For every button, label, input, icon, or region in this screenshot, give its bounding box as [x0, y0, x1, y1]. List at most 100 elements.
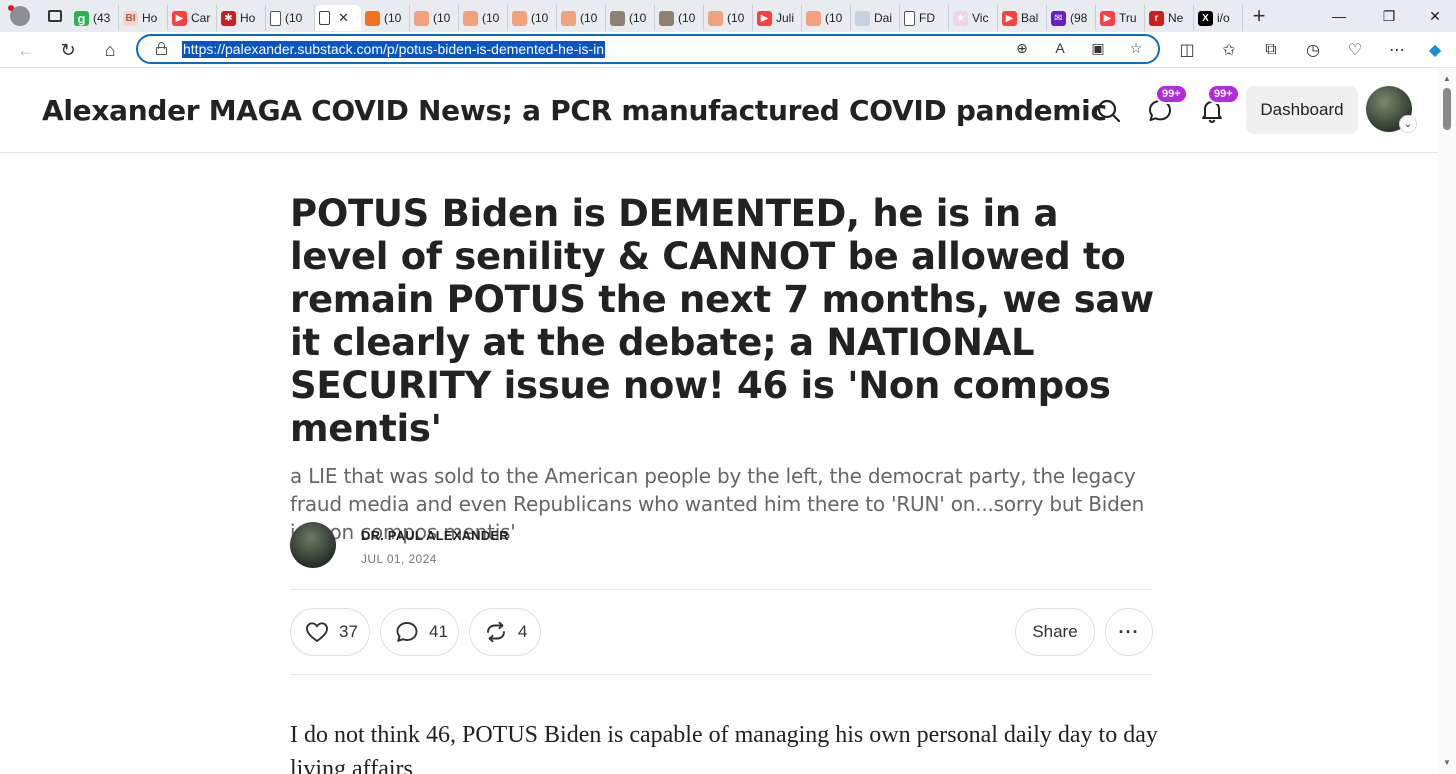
browser-tab[interactable]: g (43: [70, 5, 119, 31]
browser-tab[interactable]: (10: [606, 5, 655, 31]
back-button[interactable]: ←: [12, 36, 40, 64]
tab-favicon-icon: [904, 10, 915, 26]
chevron-down-icon[interactable]: ⌄: [1399, 115, 1417, 133]
tab-favicon-icon: [414, 10, 429, 26]
browser-essentials-icon[interactable]: ♡: [1342, 38, 1368, 62]
comment-count: 41: [429, 622, 448, 641]
home-button[interactable]: ⌂: [96, 36, 124, 64]
tab-favicon-icon: [610, 10, 625, 26]
like-count: 37: [339, 622, 358, 641]
like-button[interactable]: 37: [290, 608, 370, 656]
tab-title: Dai: [874, 11, 893, 25]
browser-tab[interactable]: ▶ Tru: [1096, 5, 1145, 31]
tab-actions-button[interactable]: [40, 0, 70, 32]
url-text[interactable]: https://palexander.substack.com/p/potus-…: [182, 41, 605, 58]
page-scrollbar[interactable]: ▲ ▼: [1438, 68, 1456, 774]
close-window-button[interactable]: ✕: [1412, 0, 1456, 32]
browser-tab[interactable]: ★ Vic: [949, 5, 998, 31]
address-bar[interactable]: https://palexander.substack.com/p/potus-…: [136, 34, 1160, 64]
split-screen-icon[interactable]: ◫: [1174, 38, 1200, 62]
restack-icon: [487, 621, 505, 643]
tab-favicon-icon: ▶: [1002, 10, 1017, 26]
tab-title: (10: [727, 11, 745, 25]
tab-favicon-icon: [659, 10, 674, 26]
close-tab-icon[interactable]: ✕: [338, 10, 349, 26]
lock-icon[interactable]: [156, 42, 167, 55]
zoom-icon[interactable]: ⊕: [1012, 40, 1032, 57]
browser-tab[interactable]: (10: [361, 5, 410, 31]
restack-count: 4: [518, 622, 528, 641]
tab-favicon-icon: [561, 10, 576, 26]
browser-tab[interactable]: ▶ Car: [168, 5, 217, 31]
browser-tab[interactable]: FD: [900, 5, 949, 31]
dashboard-button[interactable]: Dashboard: [1246, 86, 1358, 134]
tab-favicon-icon: [319, 11, 330, 25]
tab-title: Ho: [142, 11, 158, 25]
new-tab-button[interactable]: +: [1243, 0, 1275, 32]
browser-tab[interactable]: ▶ Bal: [998, 5, 1047, 31]
tab-title: (10: [482, 11, 500, 25]
post-title: POTUS Biden is DEMENTED, he is in a leve…: [290, 192, 1154, 450]
read-aloud-icon[interactable]: A: [1050, 40, 1070, 56]
notification-count-badge: 99+: [1207, 84, 1240, 104]
tab-favicon-icon: ▶: [1100, 10, 1115, 26]
browser-tab[interactable]: ▶ Juli: [753, 5, 802, 31]
browser-tab[interactable]: (10: [704, 5, 753, 31]
minimize-button[interactable]: —: [1316, 0, 1362, 32]
tab-favicon-icon: ▶: [172, 10, 187, 26]
search-icon[interactable]: [1096, 98, 1122, 124]
comment-button[interactable]: 41: [380, 608, 459, 656]
divider: [290, 589, 1152, 590]
browser-tab[interactable]: (10: [266, 5, 315, 31]
tab-title: Vic: [972, 11, 989, 25]
browser-tab[interactable]: Xi/o: [1194, 5, 1243, 31]
tab-favicon-icon: X: [1198, 10, 1213, 26]
more-horizontal-icon: ···: [1118, 621, 1140, 642]
restack-button[interactable]: 4: [469, 608, 541, 656]
tab-title: Juli: [776, 11, 795, 25]
tab-title: Tru: [1119, 11, 1137, 25]
copilot-icon[interactable]: ◆: [1422, 38, 1448, 62]
tab-title: (10: [531, 11, 549, 25]
share-label: Share: [1032, 622, 1078, 641]
browser-tab[interactable]: ✱ Ho: [217, 5, 266, 31]
tab-title: FD: [919, 11, 935, 25]
browser-tab[interactable]: (10: [410, 5, 459, 31]
scroll-down-arrow-icon[interactable]: ▼: [1443, 758, 1451, 767]
post-header: POTUS Biden is DEMENTED, he is in a leve…: [290, 192, 1160, 546]
browser-tab[interactable]: Dai: [851, 5, 900, 31]
heart-icon: [306, 622, 328, 642]
tab-favicon-icon: [708, 10, 723, 26]
profile-avatar[interactable]: [0, 0, 40, 32]
browser-tab[interactable]: r Ne: [1145, 5, 1194, 31]
collections-icon[interactable]: ⧉: [1258, 38, 1284, 62]
browser-tab[interactable]: BI Ho: [119, 5, 168, 31]
browser-tab[interactable]: (10: [655, 5, 704, 31]
browser-tab[interactable]: (10: [459, 5, 508, 31]
browser-tab[interactable]: (10: [508, 5, 557, 31]
tab-title: (10: [285, 11, 303, 25]
tab-favicon-icon: ✱: [221, 10, 236, 26]
scrollbar-thumb[interactable]: [1443, 88, 1451, 130]
more-options-button[interactable]: ···: [1105, 608, 1153, 656]
share-button[interactable]: Share: [1015, 608, 1095, 656]
app-available-icon[interactable]: ▣: [1088, 40, 1108, 57]
browser-toolbar: ← ↻ ⌂ https://palexander.substack.com/p/…: [0, 32, 1456, 68]
site-header: Alexander MAGA COVID News; a PCR manufac…: [0, 68, 1438, 153]
author-name[interactable]: DR. PAUL ALEXANDER: [361, 528, 509, 543]
more-menu-icon[interactable]: ⋯: [1384, 38, 1410, 62]
browser-tab-active[interactable]: ✕: [315, 5, 361, 31]
author-avatar[interactable]: [290, 522, 336, 568]
publication-title[interactable]: Alexander MAGA COVID News; a PCR manufac…: [42, 94, 1107, 127]
tab-title: (10: [433, 11, 451, 25]
browser-tab[interactable]: (10: [802, 5, 851, 31]
favorite-star-icon[interactable]: ☆: [1126, 40, 1146, 57]
history-icon[interactable]: ◷: [1300, 38, 1326, 62]
browser-tab[interactable]: ✉ (98: [1047, 5, 1096, 31]
tab-title: (98: [1070, 11, 1088, 25]
favorites-icon[interactable]: ✩: [1216, 38, 1242, 62]
restore-button[interactable]: ❐: [1366, 0, 1412, 32]
browser-tab[interactable]: (10: [557, 5, 606, 31]
refresh-button[interactable]: ↻: [54, 36, 82, 64]
scroll-up-arrow-icon[interactable]: ▲: [1443, 74, 1451, 83]
